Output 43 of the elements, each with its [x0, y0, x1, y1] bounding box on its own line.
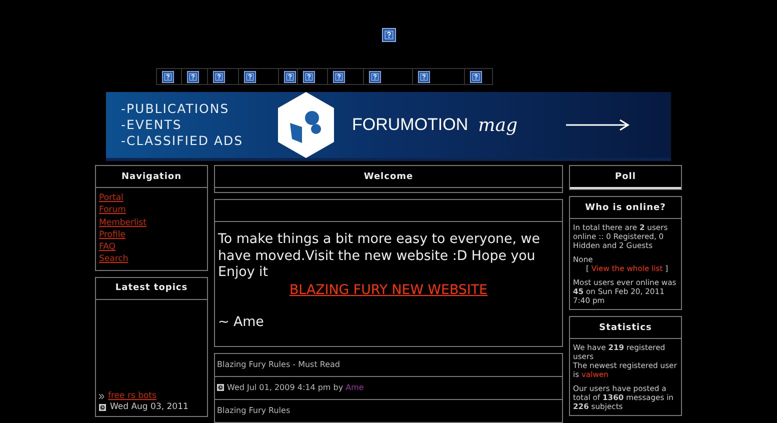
broken-image-icon [162, 70, 174, 82]
post-title: Blazing Fury Rules - Must Read [217, 360, 340, 369]
topic-link[interactable]: free rs bots [108, 390, 156, 403]
panel-title: Poll [615, 172, 636, 182]
panel-title: Welcome [364, 172, 414, 182]
panel-title: Navigation [121, 172, 182, 182]
clock-icon [217, 384, 224, 391]
announcement-text: To make things a bit more easy to everyone, we have moved.Visit the new website :D Hope you Enjoy it [218, 232, 541, 282]
broken-image-icon [418, 70, 430, 82]
panel-title: Statistics [599, 322, 652, 332]
post-meta: Wed Jul 01, 2009 4:14 pm by Ame [227, 383, 364, 392]
broken-image-icon [244, 70, 256, 82]
broken-image-icon [332, 70, 344, 82]
banner-tagline: mag [478, 114, 518, 136]
advertisement-banner[interactable]: -PUBLICATIONS -EVENTS -CLASSIFIED ADS FORUMOTION mag [106, 92, 671, 161]
arrow-icon [566, 119, 630, 131]
panel-title: Who is online? [585, 202, 666, 212]
topic-date: Wed Aug 03, 2011 [110, 402, 188, 412]
broken-image-icon [470, 70, 482, 82]
broken-image-icon [212, 70, 224, 82]
nav-link[interactable]: Memberlist [99, 216, 146, 229]
broken-image-icon [284, 70, 296, 82]
nav-link[interactable]: Profile [99, 228, 126, 242]
broken-image-icon [368, 70, 380, 82]
brand-name: FORUMOTION [352, 115, 468, 135]
panel-title: Latest topics [115, 283, 188, 294]
nav-link[interactable]: Portal [99, 192, 124, 204]
author-link[interactable]: Ame [346, 383, 364, 392]
banner-text: -PUBLICATIONS [121, 101, 230, 117]
post-body: Blazing Fury Rules [217, 406, 290, 415]
banner-text: -EVENTS [121, 117, 183, 133]
chat-bubbles-logo-icon [276, 91, 336, 159]
bullet-icon [99, 394, 104, 400]
signature: ~ Ame [218, 315, 265, 332]
nav-link[interactable]: Forum [99, 204, 126, 217]
broken-image-icon [186, 70, 198, 82]
nav-link[interactable]: Search [99, 253, 128, 266]
nav-link[interactable]: FAQ [99, 241, 116, 254]
broken-image-icon [302, 70, 314, 82]
clock-icon [99, 404, 106, 411]
broken-image-icon [382, 28, 396, 42]
website-link[interactable]: BLAZING FURY NEW WEBSITE [290, 282, 488, 299]
banner-text: -CLASSIFIED ADS [121, 133, 244, 149]
